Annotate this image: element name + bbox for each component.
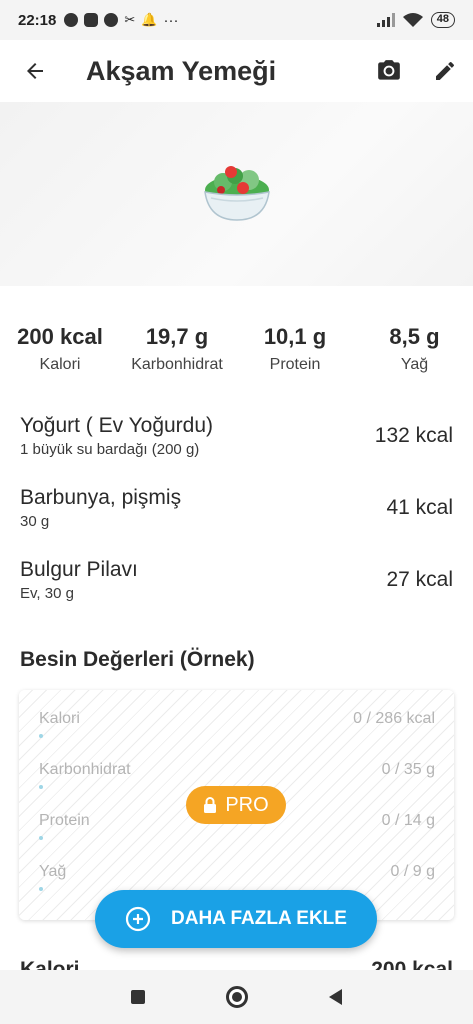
macro-label: Yağ [400, 356, 429, 373]
nutrient-value: 0 / 286 kcal [353, 710, 435, 727]
pro-badge[interactable]: PRO [186, 786, 286, 824]
status-time: 22:18 [18, 11, 57, 29]
plus-circle-icon [125, 906, 151, 932]
nutrient-progress-bar [39, 734, 435, 738]
macro-carbs: 19,7 g Karbonhidrat [120, 324, 234, 374]
system-nav-bar [0, 970, 473, 1024]
wifi-icon [402, 12, 423, 27]
macro-value: 200 kcal [17, 324, 103, 349]
more-notifications-icon: ··· [163, 11, 179, 29]
nutrient-progress-bar [39, 836, 435, 840]
salad-icon [203, 166, 270, 221]
summary-row-partial: Kalori 200 kcal [20, 958, 453, 970]
nutrient-value: 0 / 9 g [390, 863, 435, 880]
home-button[interactable] [225, 986, 248, 1008]
macro-label: Karbonhidrat [131, 356, 223, 373]
nutrient-value: 0 / 35 g [381, 761, 435, 778]
macro-fat: 8,5 g Yağ [356, 324, 473, 374]
food-name: Yoğurt ( Ev Yoğurdu) [20, 414, 214, 437]
progress-fill [39, 734, 43, 738]
food-item[interactable]: Barbunya, pişmiş 30 g 41 kcal [0, 472, 473, 544]
macro-calories: 200 kcal Kalori [0, 324, 120, 374]
food-portion: 30 g [20, 513, 50, 530]
macro-label: Kalori [39, 356, 81, 373]
back-arrow-icon [27, 63, 43, 79]
nutrient-row-calories: Kalori 0 / 286 kcal [39, 710, 435, 760]
macro-value: 19,7 g [145, 324, 209, 349]
food-name: Bulgur Pilavı [20, 558, 138, 581]
food-kcal: 132 kcal [374, 424, 453, 447]
section-title-nutrients: Besin Değerleri (Örnek) [20, 648, 255, 671]
progress-fill [39, 785, 43, 789]
battery-indicator: 48 [430, 12, 455, 28]
camera-button[interactable] [361, 40, 417, 102]
edit-pencil-icon [436, 61, 454, 80]
macro-protein: 10,1 g Protein [234, 324, 356, 374]
missed-call-icon: ✂ [124, 12, 136, 27]
food-item[interactable]: Bulgur Pilavı Ev, 30 g 27 kcal [0, 544, 473, 616]
edit-button[interactable] [417, 40, 473, 102]
nutrient-value: 0 / 14 g [381, 812, 435, 829]
macro-label: Protein [269, 356, 321, 373]
bell-icon: 🔔 [141, 12, 158, 27]
food-portion: 1 büyük su bardağı (200 g) [20, 441, 200, 458]
nutrient-name: Yağ [39, 863, 67, 880]
recents-button[interactable] [130, 990, 145, 1004]
lock-icon [204, 797, 217, 813]
back-button[interactable] [0, 40, 70, 102]
food-list: Yoğurt ( Ev Yoğurdu) 1 büyük su bardağı … [0, 400, 473, 616]
macro-value: 10,1 g [263, 324, 327, 349]
nutrient-name: Kalori [39, 710, 80, 727]
progress-fill [39, 887, 43, 891]
app-bar: Akşam Yemeği [0, 40, 473, 102]
macros-summary: 200 kcal Kalori 19,7 g Karbonhidrat 10,1… [0, 324, 473, 374]
camera-icon [378, 60, 400, 80]
pro-label: PRO [225, 793, 269, 816]
status-bar: 22:18 ✂ 🔔 ··· 48 [0, 0, 473, 40]
notification-icons: ✂ 🔔 ··· [64, 12, 178, 29]
system-back-button[interactable] [329, 989, 343, 1005]
instagram-icon [84, 13, 99, 27]
facebook-icon [64, 13, 79, 27]
food-kcal: 41 kcal [386, 496, 453, 519]
summary-value: 200 kcal [371, 958, 453, 970]
page-title: Akşam Yemeği [86, 55, 277, 86]
macro-value: 8,5 g [389, 324, 440, 349]
summary-label: Kalori [20, 958, 80, 970]
add-more-button[interactable]: DAHA FAZLA EKLE [95, 890, 377, 948]
progress-fill [39, 836, 43, 840]
food-name: Barbunya, pişmiş [20, 486, 182, 509]
nutrient-name: Protein [39, 812, 90, 829]
nutrient-name: Karbonhidrat [39, 761, 131, 778]
add-more-label: DAHA FAZLA EKLE [171, 908, 347, 929]
food-kcal: 27 kcal [386, 568, 453, 591]
food-portion: Ev, 30 g [20, 585, 74, 602]
signal-icon [376, 13, 395, 27]
food-item[interactable]: Yoğurt ( Ev Yoğurdu) 1 büyük su bardağı … [0, 400, 473, 472]
meal-image [0, 102, 473, 286]
app-notification-icon [104, 13, 119, 27]
